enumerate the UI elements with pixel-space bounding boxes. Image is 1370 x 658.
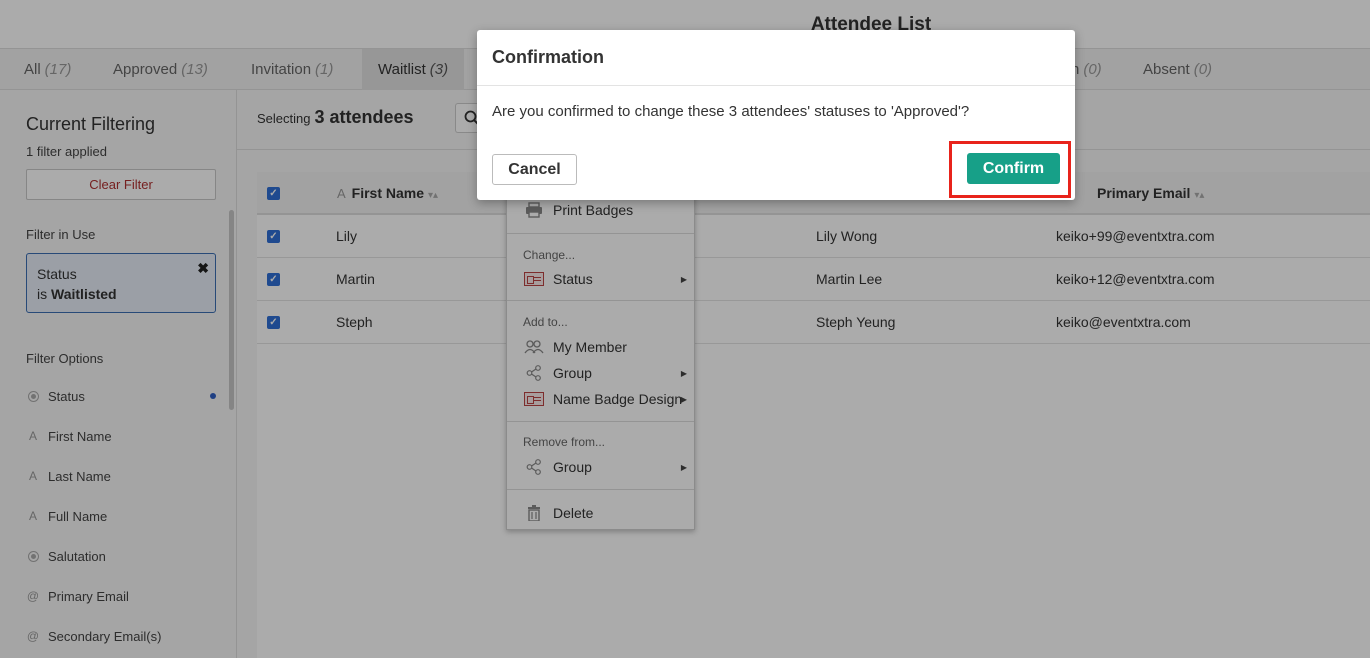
confirm-button[interactable]: Confirm — [967, 153, 1060, 184]
cancel-button[interactable]: Cancel — [492, 154, 577, 185]
dialog-message: Are you confirmed to change these 3 atte… — [492, 103, 970, 120]
dialog-title: Confirmation — [477, 30, 1075, 86]
confirmation-dialog: Confirmation Are you confirmed to change… — [477, 30, 1075, 200]
